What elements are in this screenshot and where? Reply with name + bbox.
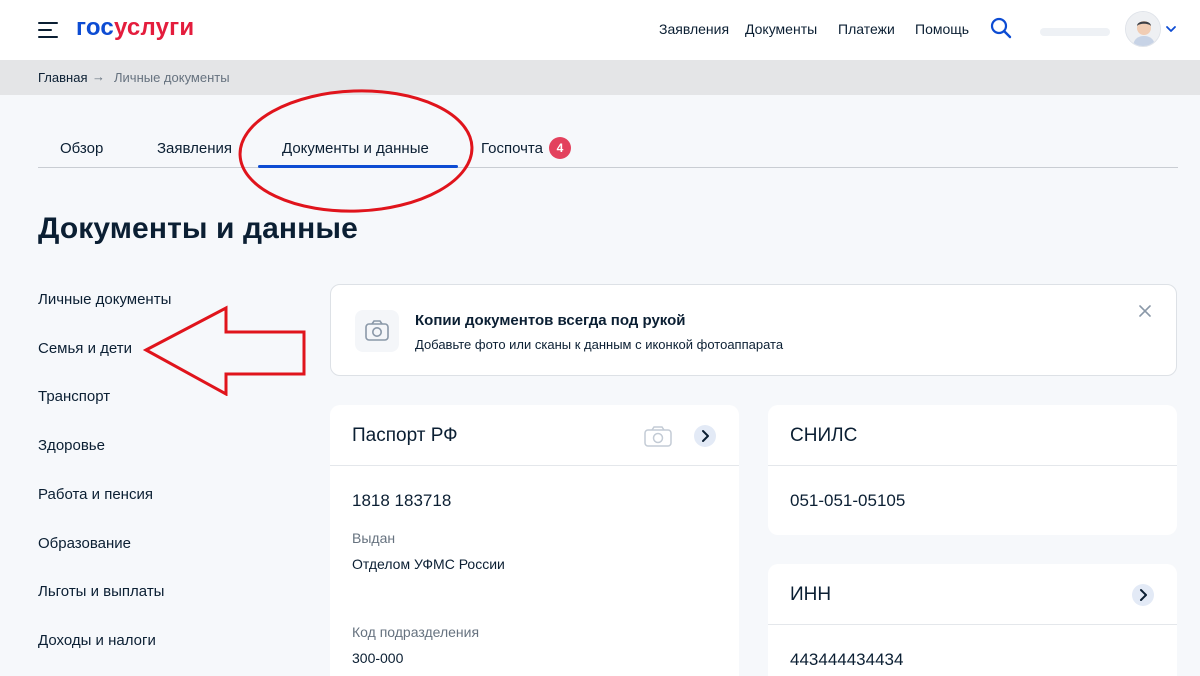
- tab-applications[interactable]: Заявления: [157, 140, 232, 157]
- passport-number: 1818 183718: [352, 491, 452, 510]
- breadcrumb-current: Личные документы: [114, 70, 230, 85]
- inn-title: ИНН: [790, 584, 832, 605]
- sidebar-item-family-and-children[interactable]: Семья и дети: [38, 340, 132, 357]
- tab-overview[interactable]: Обзор: [60, 140, 103, 157]
- page-title: Документы и данные: [38, 212, 358, 245]
- notification-badge: 4: [549, 137, 571, 159]
- active-tab-indicator: [258, 165, 458, 168]
- sidebar-item-education[interactable]: Образование: [38, 535, 131, 552]
- tab-gospochta[interactable]: Госпочта: [481, 140, 543, 157]
- snils-card[interactable]: СНИЛС 051-051-05105: [768, 405, 1177, 535]
- camera-icon: [355, 310, 399, 352]
- nav-help[interactable]: Помощь: [915, 21, 969, 37]
- menu-icon[interactable]: [38, 22, 60, 38]
- snils-number: 051-051-05105: [790, 491, 906, 510]
- search-icon[interactable]: [990, 17, 1012, 39]
- sidebar-item-personal-documents[interactable]: Личные документы: [38, 291, 171, 308]
- snils-title: СНИЛС: [790, 425, 858, 446]
- tab-documents-and-data[interactable]: Документы и данные: [282, 140, 429, 157]
- promo-banner: Копии документов всегда под рукой Добавь…: [330, 284, 1177, 376]
- passport-title: Паспорт РФ: [352, 425, 458, 446]
- promo-subtitle: Добавьте фото или сканы к данным с иконк…: [415, 337, 784, 352]
- inn-card-header: ИНН: [768, 564, 1177, 625]
- passport-division-value: 300-000: [352, 650, 404, 666]
- nav-payments[interactable]: Платежи: [838, 21, 895, 37]
- top-bar: госуслуги Заявления Документы Платежи По…: [0, 0, 1200, 60]
- sidebar-item-health[interactable]: Здоровье: [38, 437, 105, 454]
- annotation-arrow-icon: [142, 305, 306, 396]
- breadcrumb-arrow-icon: →: [92, 69, 105, 84]
- sidebar-item-work-and-pension[interactable]: Работа и пенсия: [38, 486, 153, 503]
- passport-issued-value: Отделом УФМС России: [352, 556, 505, 572]
- breadcrumb-home[interactable]: Главная: [38, 70, 87, 85]
- inn-card[interactable]: ИНН 443444434434: [768, 564, 1177, 676]
- sidebar-item-income-and-taxes[interactable]: Доходы и налоги: [38, 632, 156, 649]
- user-name-placeholder: [1040, 28, 1110, 36]
- chevron-right-icon[interactable]: [1132, 584, 1154, 606]
- chevron-down-icon[interactable]: [1164, 22, 1178, 36]
- promo-title: Копии документов всегда под рукой: [415, 312, 686, 329]
- sidebar-item-transport[interactable]: Транспорт: [38, 388, 110, 405]
- tab-bar: Обзор Заявления Документы и данные Госпо…: [38, 128, 1178, 168]
- nav-applications[interactable]: Заявления: [659, 21, 729, 37]
- snils-card-header: СНИЛС: [768, 405, 1177, 466]
- sidebar-item-benefits[interactable]: Льготы и выплаты: [38, 583, 164, 600]
- avatar[interactable]: [1125, 11, 1161, 47]
- gosuslugi-logo[interactable]: госуслуги: [76, 14, 194, 42]
- passport-issued-label: Выдан: [352, 530, 396, 546]
- passport-card[interactable]: Паспорт РФ 1818 183718 Выдан Отделом УФМ…: [330, 405, 739, 676]
- camera-icon[interactable]: [643, 424, 673, 448]
- passport-card-header: Паспорт РФ: [330, 405, 739, 466]
- close-icon[interactable]: [1137, 303, 1153, 319]
- breadcrumb: Главная → Личные документы: [0, 60, 1200, 95]
- nav-documents[interactable]: Документы: [745, 21, 817, 37]
- inn-number: 443444434434: [790, 650, 904, 669]
- passport-division-label: Код подразделения: [352, 624, 480, 640]
- chevron-right-icon[interactable]: [694, 425, 716, 447]
